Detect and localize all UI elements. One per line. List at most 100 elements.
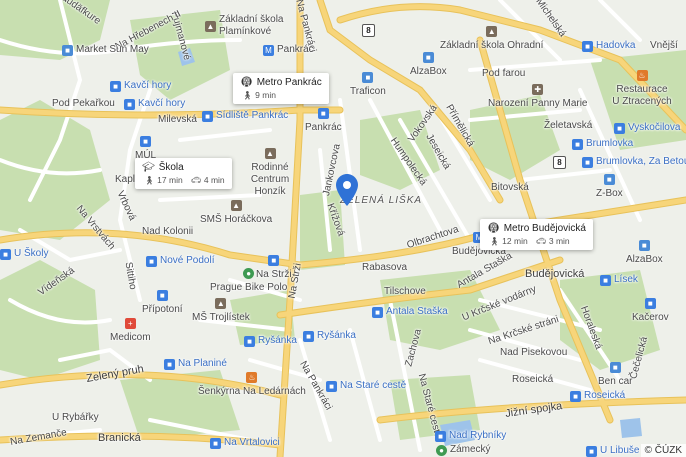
street-label: Tilschove — [384, 286, 426, 297]
tram-icon: ■ — [202, 110, 213, 122]
poi[interactable]: ■ Ryšánka — [244, 335, 297, 347]
school-icon: ▲ — [215, 298, 227, 309]
car-icon: 🚗︎ — [535, 236, 547, 246]
street-label: Nad Pisekovou — [500, 347, 568, 358]
poi[interactable]: ■ Přípotoní — [142, 290, 183, 316]
drive-time: 🚗︎ 3 min — [535, 236, 570, 246]
street-label: Vnější — [650, 40, 678, 51]
poi[interactable]: ■ Traficon — [350, 72, 386, 98]
walk-time: 🚶︎ 12 min — [489, 236, 528, 246]
poi[interactable]: ■ Pankrác — [305, 108, 342, 134]
poi[interactable]: ▲ Základní škola Plamínkové — [205, 14, 299, 38]
poi[interactable]: ■ Roseická — [570, 390, 625, 402]
poi[interactable]: ♨ Restaurace U Ztracených — [612, 70, 672, 108]
poi[interactable]: ■ Hadovka — [582, 40, 635, 52]
poi[interactable]: ■ Na Planiné — [164, 358, 227, 370]
poi[interactable]: ■ Sídliště Pankrác — [202, 110, 288, 122]
poi[interactable]: ■ Nové Podolí — [146, 255, 214, 267]
metro-icon: M — [263, 44, 274, 56]
school-icon: ▲ — [205, 20, 216, 32]
tram-icon: ■ — [0, 248, 11, 260]
shop-icon: ■ — [62, 44, 73, 56]
poi[interactable]: ● Zámecký — [436, 444, 491, 456]
poi[interactable]: ■ U Školy — [0, 248, 48, 260]
street-label: Branická — [98, 432, 141, 444]
poi[interactable]: ■ Kačerov — [632, 298, 669, 324]
street-label: Rabasova — [362, 262, 408, 273]
metro-pankrac-card[interactable]: 🚇︎ Metro Pankrác 🚶︎ 9 min — [233, 73, 329, 104]
poi[interactable]: ■ Ryšánka — [303, 330, 356, 342]
tram-icon: ■ — [268, 255, 280, 266]
school-icon: ▲ — [230, 200, 242, 211]
tram-icon: ■ — [570, 390, 581, 402]
poi[interactable]: ■ Na Staré cestě — [326, 380, 406, 392]
food-icon: ♨ — [246, 372, 258, 383]
tram-icon: ■ — [124, 98, 135, 110]
street-label: Budějovická — [525, 268, 585, 280]
poi[interactable]: ■ Antala Staška — [372, 306, 448, 318]
shop-icon: ■ — [638, 240, 650, 251]
tram-icon: ■ — [317, 108, 329, 119]
street-label: Nad Kolonii — [142, 226, 194, 237]
poi[interactable]: ▲ SMŠ Horáčkova — [200, 200, 272, 226]
tram-icon: ■ — [244, 335, 255, 347]
street-label: Pod farou — [482, 68, 526, 79]
poi[interactable]: ■ AlzaBox — [626, 240, 663, 266]
poi[interactable]: ■ Na Vrtalovici — [210, 437, 280, 449]
poi[interactable]: ■ Brumlovka, Za Betou — [582, 156, 686, 168]
walk-time: 🚶︎ 9 min — [242, 90, 276, 100]
poi[interactable]: ✚ Narození Panny Marie — [488, 84, 588, 110]
tram-icon: ■ — [156, 290, 168, 301]
poi[interactable]: ■ Brumlovka — [572, 138, 633, 150]
poi[interactable]: ■ Nad Rybníky — [435, 430, 506, 442]
walk-icon: 🚶︎ — [242, 90, 253, 100]
location-pin-icon[interactable] — [336, 174, 358, 206]
poi[interactable]: ■ Kavčí hory — [124, 98, 185, 110]
walk-icon: 🚶︎ — [144, 175, 155, 185]
street-label: Roseická — [512, 374, 554, 385]
tram-icon: ■ — [582, 156, 593, 168]
poi[interactable]: ■ U Libuše — [586, 445, 639, 457]
map-view[interactable]: 8 8 Naudäfkure Pujmanové Na Hřebenech II… — [0, 0, 686, 457]
shop-icon: ■ — [422, 52, 434, 63]
poi[interactable]: ▲ Základní škola Ohradní — [440, 26, 543, 52]
walk-time: 🚶︎ 17 min — [144, 175, 183, 185]
tram-icon: ■ — [600, 274, 611, 286]
poi[interactable]: + Medicom — [110, 318, 151, 344]
map-attribution: © ČÚZK — [640, 444, 686, 457]
route-shield: 8 — [553, 156, 566, 169]
metro-icon: 🚇︎ — [240, 77, 253, 88]
shop-icon: ■ — [609, 362, 621, 373]
shop-icon: ■ — [603, 174, 615, 185]
poi[interactable]: ▲ Rodinné Centrum Honzík — [240, 148, 300, 198]
poi[interactable]: ▲ MŠ Trojlístek — [192, 298, 250, 324]
walk-icon: 🚶︎ — [489, 236, 500, 246]
street-label: Pod Pekařkou — [52, 98, 115, 109]
poi[interactable]: ■ AlzaBox — [410, 52, 447, 78]
metro-budejovicka-card[interactable]: 🚇︎ Metro Budějovická 🚶︎ 12 min 🚗︎ 3 min — [480, 219, 593, 250]
poi[interactable]: ■ Vyskočilova — [614, 122, 680, 134]
park-icon: ● — [436, 444, 447, 456]
tram-icon: ■ — [435, 430, 446, 442]
poi[interactable]: ■ Lísek — [600, 274, 638, 286]
food-icon: ♨ — [636, 70, 648, 81]
street-label: Želetavská — [544, 120, 593, 131]
drive-time: 🚗︎ 4 min — [190, 175, 225, 185]
tram-icon: ■ — [372, 306, 383, 318]
car-icon: 🚗︎ — [190, 175, 202, 185]
poi[interactable]: ■ Z-Box — [596, 174, 623, 200]
route-shield: 8 — [362, 24, 375, 37]
street-label: Milevská — [158, 114, 197, 125]
street-label: U Rybářky — [52, 412, 99, 423]
skola-card[interactable]: 🎓︎ Škola 🚶︎ 17 min 🚗︎ 4 min — [135, 158, 232, 189]
school-icon: ▲ — [264, 148, 276, 159]
medical-icon: + — [124, 318, 136, 329]
poi[interactable]: ■ Kavčí hory — [110, 80, 171, 92]
poi[interactable]: ● Prague Bike Polo — [210, 268, 287, 294]
poi[interactable]: ♨ Šenkýrna Na Ledárnách — [198, 372, 306, 398]
poi[interactable]: ■ Ben car — [598, 362, 632, 388]
school-icon: 🎓︎ — [142, 162, 155, 173]
poi[interactable]: M Pankrác — [263, 44, 314, 56]
poi[interactable]: ■ Market Sun May — [62, 44, 149, 56]
bike-icon: ● — [243, 268, 255, 279]
